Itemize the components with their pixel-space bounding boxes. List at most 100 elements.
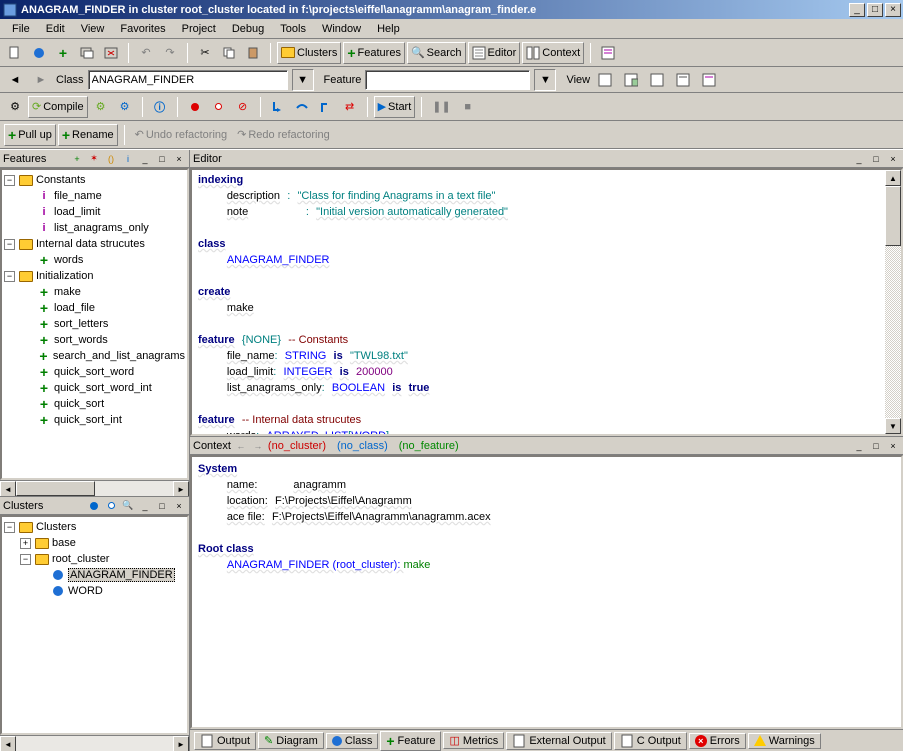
tab-metrics[interactable]: ◫Metrics bbox=[443, 732, 504, 749]
pane-close-button[interactable]: × bbox=[172, 152, 186, 166]
features-hscroll[interactable]: ◄► bbox=[0, 480, 189, 496]
filter-i-icon[interactable]: i bbox=[121, 152, 135, 166]
gear-button[interactable]: ⚙ bbox=[4, 96, 26, 118]
back-button[interactable]: ◄ bbox=[4, 69, 26, 91]
clusters-tree[interactable]: −Clusters +base −root_cluster ANAGRAM_FI… bbox=[0, 515, 189, 735]
class-name-input[interactable] bbox=[88, 70, 288, 90]
menu-project[interactable]: Project bbox=[174, 21, 224, 37]
context-tab-button[interactable]: Context bbox=[522, 42, 584, 64]
menu-view[interactable]: View bbox=[73, 21, 113, 37]
pane-restore-button[interactable]: □ bbox=[869, 439, 883, 453]
context-forward-button[interactable]: → bbox=[251, 439, 265, 453]
pane-restore-button[interactable]: □ bbox=[155, 499, 169, 513]
close-button[interactable]: × bbox=[885, 3, 901, 17]
cluster-search-icon[interactable]: 🔍 bbox=[121, 499, 135, 513]
cluster-view2-icon[interactable] bbox=[104, 499, 118, 513]
maximize-button[interactable]: □ bbox=[867, 3, 883, 17]
window-toggle-button[interactable] bbox=[76, 42, 98, 64]
pane-restore-button[interactable]: □ bbox=[155, 152, 169, 166]
breakpoint-enable-button[interactable] bbox=[184, 96, 206, 118]
redo-button[interactable]: ↷ bbox=[159, 42, 181, 64]
features-header: Features + ✶ () i _ □ × bbox=[0, 150, 189, 168]
clusters-tab-button[interactable]: Clusters bbox=[277, 42, 341, 64]
menu-file[interactable]: File bbox=[4, 21, 38, 37]
redo-refactor-button[interactable]: ↷ Redo refactoring bbox=[233, 124, 334, 146]
add-button[interactable]: + bbox=[52, 42, 74, 64]
menu-help[interactable]: Help bbox=[369, 21, 408, 37]
step-into-button[interactable] bbox=[267, 96, 289, 118]
menu-window[interactable]: Window bbox=[314, 21, 369, 37]
tab-class[interactable]: Class bbox=[326, 733, 379, 749]
feature-name-input[interactable] bbox=[365, 70, 530, 90]
menu-favorites[interactable]: Favorites bbox=[112, 21, 173, 37]
step-out-button[interactable] bbox=[315, 96, 337, 118]
cluster-view1-icon[interactable] bbox=[87, 499, 101, 513]
undo-button[interactable]: ↶ bbox=[135, 42, 157, 64]
filter-x-icon[interactable]: ✶ bbox=[87, 152, 101, 166]
doc-icon bbox=[512, 734, 526, 748]
undo-refactor-button[interactable]: ↶ Undo refactoring bbox=[131, 124, 232, 146]
tab-external-output[interactable]: External Output bbox=[506, 732, 611, 750]
filter-plus-icon[interactable]: + bbox=[70, 152, 84, 166]
context-icon bbox=[526, 46, 540, 60]
cut-button[interactable]: ✂ bbox=[194, 42, 216, 64]
paste-button[interactable] bbox=[242, 42, 264, 64]
toggle-button[interactable]: ⇄ bbox=[339, 96, 361, 118]
copy-button[interactable] bbox=[218, 42, 240, 64]
features-tree[interactable]: −Constants ifile_name iload_limit ilist_… bbox=[0, 168, 189, 480]
step-over-button[interactable] bbox=[291, 96, 313, 118]
menu-edit[interactable]: Edit bbox=[38, 21, 73, 37]
globe-button[interactable] bbox=[28, 42, 50, 64]
editor-area[interactable]: indexing description : "Class for findin… bbox=[190, 168, 903, 436]
menu-debug[interactable]: Debug bbox=[224, 21, 272, 37]
compile-var2-button[interactable]: ⚙ bbox=[114, 96, 136, 118]
tab-output[interactable]: Output bbox=[194, 732, 256, 750]
new-file-button[interactable] bbox=[4, 42, 26, 64]
window-close-button[interactable] bbox=[100, 42, 122, 64]
feature-dropdown-button[interactable]: ▼ bbox=[534, 69, 556, 91]
menu-tools[interactable]: Tools bbox=[272, 21, 314, 37]
pane-close-button[interactable]: × bbox=[886, 152, 900, 166]
view-btn-3[interactable] bbox=[646, 69, 668, 91]
rename-button[interactable]: +Rename bbox=[58, 124, 118, 146]
editor-vscroll[interactable]: ▲ ▼ bbox=[885, 170, 901, 434]
editor-tab-button[interactable]: Editor bbox=[468, 42, 521, 64]
breakpoint-clear-button[interactable]: ⊘ bbox=[232, 96, 254, 118]
stop-button[interactable]: ■ bbox=[457, 96, 479, 118]
minimize-button[interactable]: _ bbox=[849, 3, 865, 17]
tab-c-output[interactable]: C Output bbox=[614, 732, 687, 750]
breakpoint-disable-button[interactable] bbox=[208, 96, 230, 118]
forward-button[interactable]: ► bbox=[30, 69, 52, 91]
context-back-button[interactable]: ← bbox=[234, 439, 248, 453]
pullup-button[interactable]: +Pull up bbox=[4, 124, 56, 146]
view-btn-2[interactable] bbox=[620, 69, 642, 91]
code-editor[interactable]: indexing description : "Class for findin… bbox=[192, 170, 885, 434]
view-btn-1[interactable] bbox=[594, 69, 616, 91]
pane-restore-button[interactable]: □ bbox=[869, 152, 883, 166]
features-tab-button[interactable]: +Features bbox=[343, 42, 405, 64]
pane-minimize-button[interactable]: _ bbox=[138, 499, 152, 513]
pane-close-button[interactable]: × bbox=[886, 439, 900, 453]
clusters-hscroll[interactable]: ◄► bbox=[0, 735, 189, 751]
context-content[interactable]: System name: anagramm location: F:\Proje… bbox=[190, 455, 903, 729]
pane-minimize-button[interactable]: _ bbox=[852, 439, 866, 453]
view-btn-5[interactable] bbox=[698, 69, 720, 91]
no-class-label: (no_class) bbox=[337, 440, 388, 452]
filter-paren-icon[interactable]: () bbox=[104, 152, 118, 166]
view-btn-4[interactable] bbox=[672, 69, 694, 91]
search-tab-button[interactable]: 🔍Search bbox=[407, 42, 466, 64]
pane-minimize-button[interactable]: _ bbox=[138, 152, 152, 166]
pane-close-button[interactable]: × bbox=[172, 499, 186, 513]
tab-warnings[interactable]: Warnings bbox=[748, 733, 821, 749]
tab-feature[interactable]: +Feature bbox=[380, 731, 441, 751]
tab-errors[interactable]: ×Errors bbox=[689, 733, 746, 749]
context-extra-button[interactable] bbox=[597, 42, 619, 64]
compile-var1-button[interactable]: ⚙ bbox=[90, 96, 112, 118]
pane-minimize-button[interactable]: _ bbox=[852, 152, 866, 166]
pause-button[interactable]: ❚❚ bbox=[428, 96, 454, 118]
start-button[interactable]: ▶Start bbox=[374, 96, 416, 118]
tab-diagram[interactable]: ✎Diagram bbox=[258, 732, 324, 749]
compile-button[interactable]: ⟳Compile bbox=[28, 96, 88, 118]
info-button[interactable]: ⓘ bbox=[149, 96, 171, 118]
class-dropdown-button[interactable]: ▼ bbox=[292, 69, 314, 91]
